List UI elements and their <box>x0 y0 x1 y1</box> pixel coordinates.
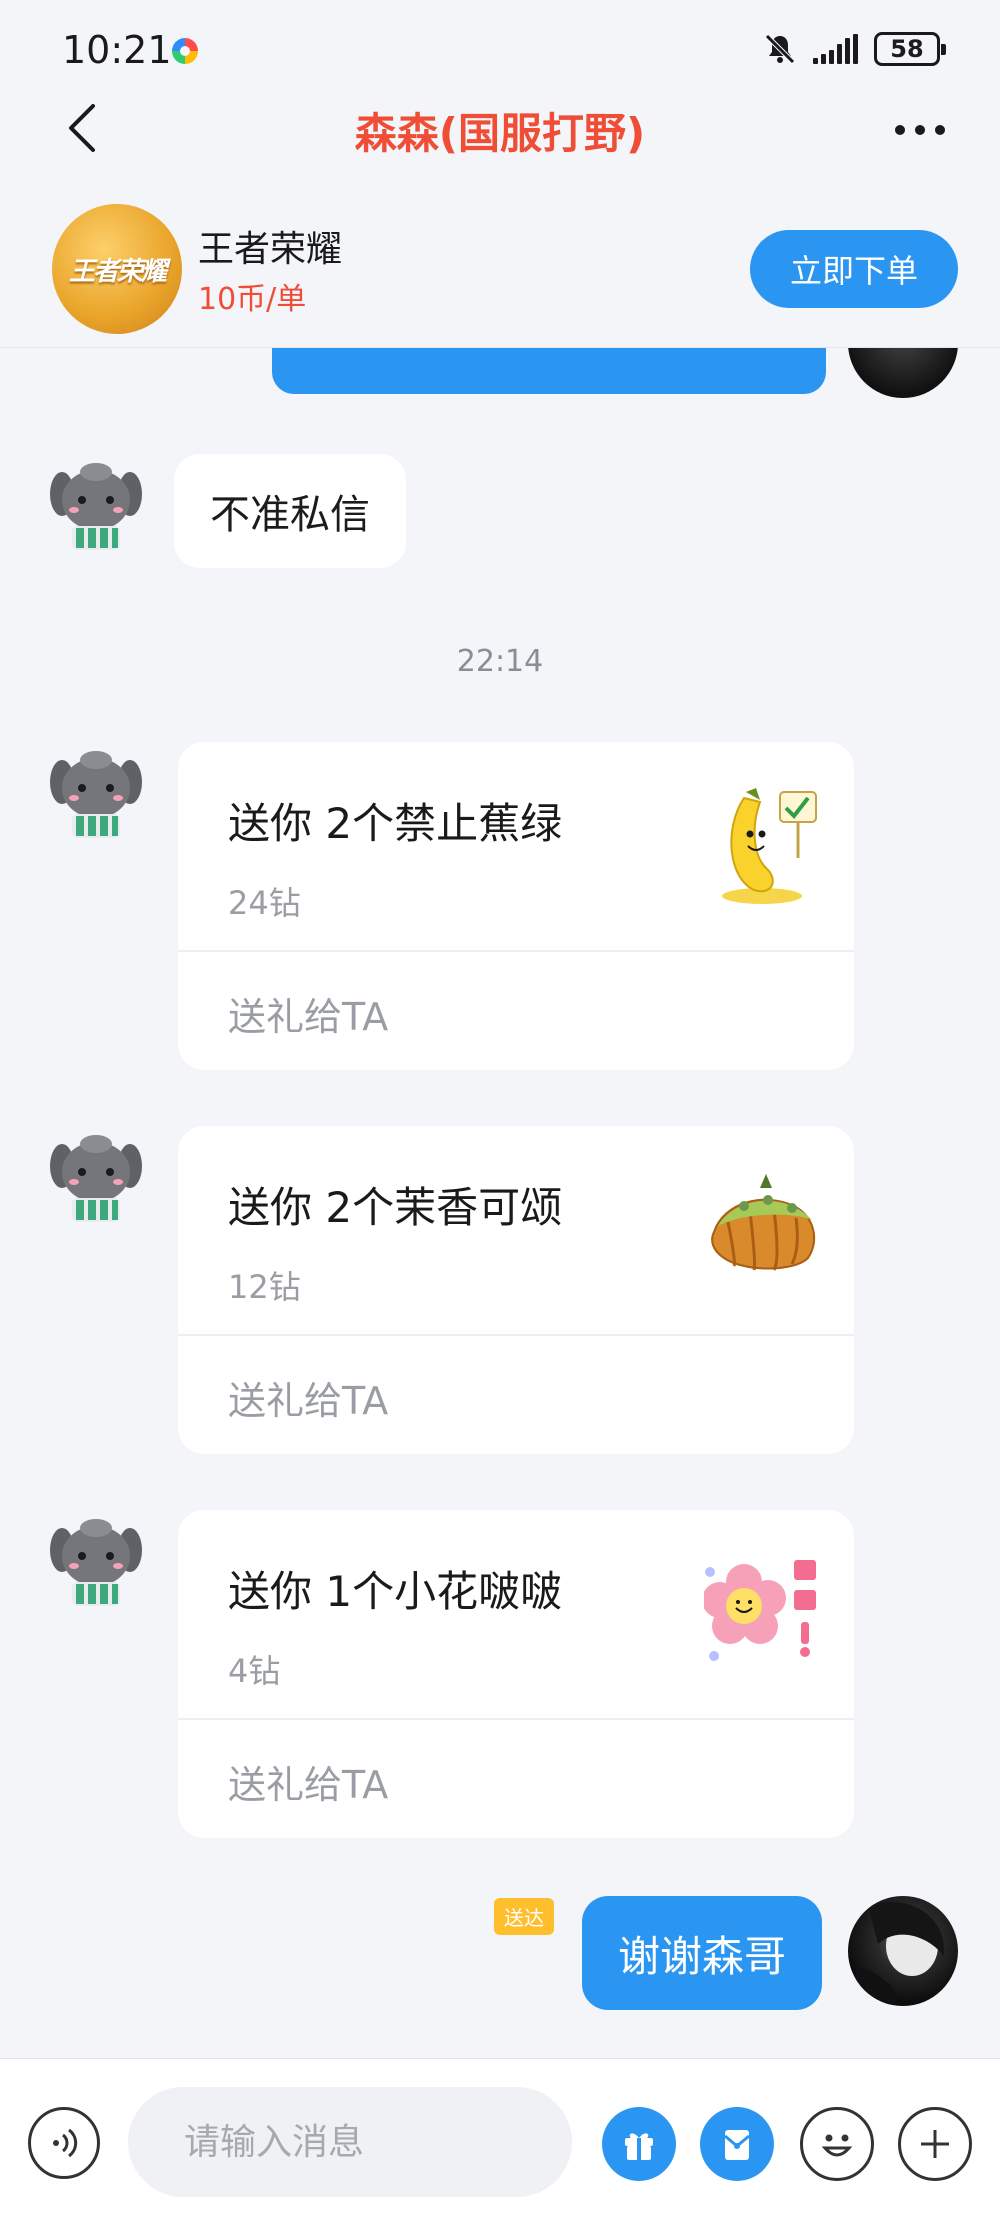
gift-title: 送你 2个茉香可颂 <box>228 1183 563 1232</box>
user-photo-icon <box>848 1901 945 2006</box>
more-actions-button[interactable] <box>898 2107 972 2181</box>
send-gift-link[interactable]: 送礼给TA <box>228 1754 388 1809</box>
gift-icon <box>625 2133 653 2160</box>
dog-avatar-icon <box>50 1135 142 1222</box>
my-avatar[interactable] <box>848 1896 958 2006</box>
app-notification-icon <box>172 38 198 64</box>
gift-price: 12钻 <box>228 1268 301 1306</box>
red-packet-button[interactable] <box>700 2107 774 2181</box>
avatar[interactable] <box>44 742 148 846</box>
croissant-sticker-icon <box>711 1174 816 1271</box>
sent-message-bubble[interactable]: 谢谢森哥 <box>582 1896 823 2010</box>
dog-avatar-icon <box>50 751 142 838</box>
send-gift-link[interactable]: 送礼给TA <box>228 1370 388 1425</box>
received-message-bubble[interactable]: 不准私信 <box>174 454 406 568</box>
game-name: 王者荣耀 <box>198 229 343 270</box>
divider <box>178 1334 854 1336</box>
page-title: 森森(国服打野) <box>354 109 646 158</box>
chat-area[interactable]: 不准私信 22:14 送你 2个禁止蕉绿 24钻 送礼给TA 送你 2个茉香可颂… <box>0 348 1000 2058</box>
envelope-icon <box>724 2130 750 2160</box>
dog-avatar-icon <box>50 1519 142 1606</box>
banana-sticker-icon <box>722 788 817 904</box>
status-bar: 10:21 58 <box>0 0 1000 100</box>
avatar[interactable] <box>44 1510 148 1614</box>
more-options-button[interactable] <box>880 100 960 160</box>
gift-title: 送你 1个小花啵啵 <box>228 1567 563 1616</box>
send-gift-link[interactable]: 送礼给TA <box>228 986 388 1041</box>
game-price: 10币/单 <box>198 282 307 317</box>
divider <box>178 1718 854 1720</box>
plus-icon <box>921 2130 949 2158</box>
message-input[interactable] <box>128 2087 572 2197</box>
dog-avatar-icon <box>50 463 142 550</box>
avatar[interactable] <box>44 1126 148 1230</box>
gift-title: 送你 2个禁止蕉绿 <box>228 799 563 848</box>
my-avatar-partial[interactable] <box>848 348 958 398</box>
input-bar <box>0 2058 1000 2225</box>
gift-price: 4钻 <box>228 1652 281 1690</box>
game-order-bar: 王者荣耀 王者荣耀 10币/单 立即下单 <box>0 200 1000 348</box>
avatar[interactable] <box>44 454 148 558</box>
gift-button[interactable] <box>602 2107 676 2181</box>
battery-icon: 58 <box>874 32 946 66</box>
order-now-button[interactable]: 立即下单 <box>750 230 958 308</box>
more-dot-icon <box>895 125 905 135</box>
flower-sticker-icon <box>704 1560 816 1661</box>
gift-card[interactable]: 送你 2个茉香可颂 12钻 送礼给TA <box>178 1126 854 1454</box>
more-dot-icon <box>935 125 945 135</box>
voice-icon <box>53 2128 78 2158</box>
gift-price: 24钻 <box>228 884 301 922</box>
emoji-icon <box>821 2134 853 2157</box>
status-icons: 58 <box>763 32 946 66</box>
timestamp: 22:14 <box>456 644 544 679</box>
divider <box>178 950 854 952</box>
mute-bell-icon <box>765 34 795 64</box>
title-bar: 森森(国服打野) <box>0 90 1000 168</box>
delivered-badge: 送达 <box>494 1898 554 1935</box>
partial-sent-bubble <box>272 348 826 394</box>
gift-card[interactable]: 送你 2个禁止蕉绿 24钻 送礼给TA <box>178 742 854 1070</box>
emoji-button[interactable] <box>800 2107 874 2181</box>
game-logo: 王者荣耀 <box>52 204 182 334</box>
status-time: 10:21 <box>62 28 172 72</box>
signal-icon <box>813 34 858 64</box>
voice-input-button[interactable] <box>28 2107 100 2179</box>
more-dot-icon <box>915 125 925 135</box>
gift-card[interactable]: 送你 1个小花啵啵 4钻 送礼给TA <box>178 1510 854 1838</box>
